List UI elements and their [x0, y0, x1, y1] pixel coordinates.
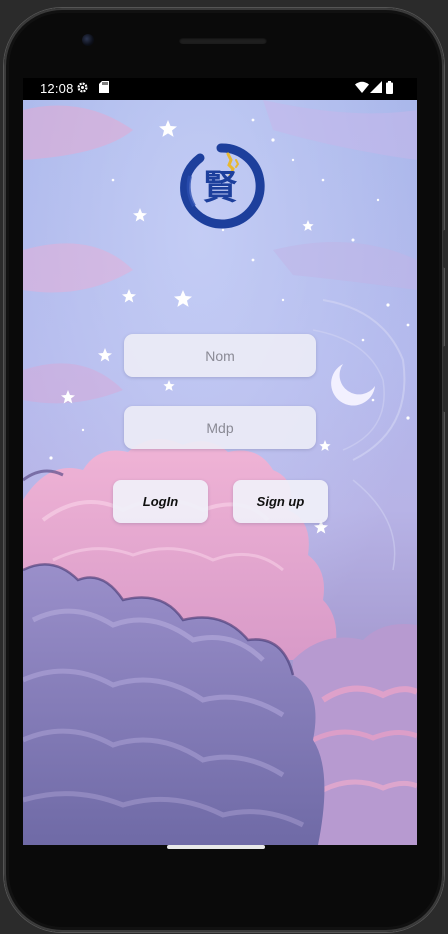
volume-button: [443, 230, 447, 268]
wifi-icon: [355, 81, 369, 96]
logo-glyph: 賢: [203, 168, 237, 208]
name-input[interactable]: [124, 334, 316, 377]
sd-card-icon: [99, 81, 109, 96]
signup-button[interactable]: Sign up: [233, 480, 328, 523]
cell-signal-icon: [370, 81, 382, 96]
front-camera: [82, 34, 94, 46]
settings-gear-icon: [76, 81, 89, 97]
home-gesture-bar[interactable]: [167, 845, 265, 849]
power-button: [443, 346, 447, 412]
login-screen: 賢 LogIn Sign up: [23, 100, 417, 845]
login-button[interactable]: LogIn: [113, 480, 208, 523]
phone-frame: 12:08 賢 Nom LogIn Sign up: [4, 8, 447, 932]
screen: 12:08 賢 Nom LogIn Sign up: [23, 78, 417, 845]
battery-icon: [386, 81, 393, 97]
status-bar: 12:08: [23, 78, 417, 100]
app-logo: 賢: [176, 142, 266, 232]
earpiece-speaker: [179, 37, 267, 44]
status-time: 12:08: [40, 81, 74, 96]
password-input[interactable]: [124, 406, 316, 449]
